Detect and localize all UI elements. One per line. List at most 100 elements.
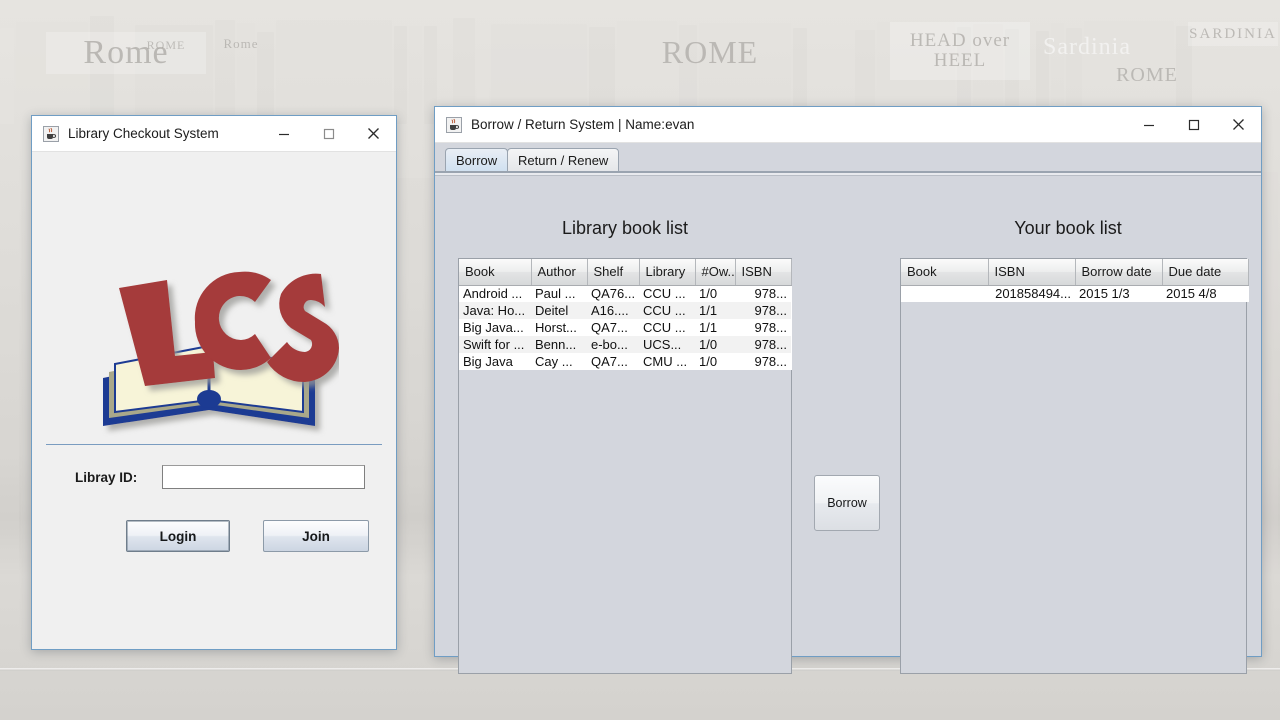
wallpaper-poster-rome-5: ROME xyxy=(1116,63,1178,86)
column-header-isbn[interactable]: ISBN xyxy=(988,259,1076,286)
library-book-list-scrollpane[interactable]: Book Author Shelf Library #Ow... ISBN An… xyxy=(458,258,792,674)
cell-book: Android ... xyxy=(459,285,531,302)
login-window-title: Library Checkout System xyxy=(68,126,219,141)
borrow-button[interactable]: Borrow xyxy=(814,475,880,531)
join-button[interactable]: Join xyxy=(263,520,369,552)
column-header-isbn[interactable]: ISBN xyxy=(735,259,792,286)
close-icon[interactable] xyxy=(351,116,396,151)
cell-owned: 1/1 xyxy=(695,302,735,319)
library-id-label: Libray ID: xyxy=(75,469,138,485)
wallpaper-poster-rome-3: ROME xyxy=(146,37,186,52)
your-table-body: 201858494... 2015 1/3 2015 4/8 xyxy=(901,285,1248,302)
table-row[interactable]: Swift for ... Benn... e-bo... UCS... 1/0… xyxy=(459,336,791,353)
table-row[interactable]: 201858494... 2015 1/3 2015 4/8 xyxy=(901,285,1248,302)
lcs-logo xyxy=(32,257,396,442)
cell-isbn: 978... xyxy=(735,336,791,353)
cell-book: Big Java... xyxy=(459,319,531,336)
cell-owned: 1/0 xyxy=(695,336,735,353)
main-window-controls xyxy=(1126,107,1261,142)
table-row[interactable]: Java: Ho... Deitel A16.... CCU ... 1/1 9… xyxy=(459,302,791,319)
wallpaper-poster-headoverheel: HEAD over HEEL xyxy=(890,22,1030,80)
column-header-author[interactable]: Author xyxy=(531,259,588,286)
minimize-icon[interactable] xyxy=(261,116,306,151)
cell-library: UCS... xyxy=(639,336,695,353)
cell-author: Cay ... xyxy=(531,353,587,370)
cell-borrow-date: 2015 1/3 xyxy=(1075,285,1162,302)
your-table-header-row: Book ISBN Borrow date Due date xyxy=(901,259,1249,286)
cell-owned: 1/0 xyxy=(695,285,735,302)
library-table-empty-area xyxy=(459,370,791,660)
cell-shelf: QA7... xyxy=(587,353,639,370)
login-window-body: Libray ID: Login Join xyxy=(32,152,396,649)
maximize-icon[interactable] xyxy=(1171,107,1216,142)
cell-isbn: 978... xyxy=(735,353,791,370)
tab-borrow[interactable]: Borrow xyxy=(445,148,509,172)
cell-due-date: 2015 4/8 xyxy=(1162,285,1248,302)
cell-isbn: 978... xyxy=(735,319,791,336)
table-row[interactable]: Android ... Paul ... QA76... CCU ... 1/0… xyxy=(459,285,791,302)
wallpaper-poster-rome-4: ROME xyxy=(661,33,759,70)
cell-author: Horst... xyxy=(531,319,587,336)
column-header-shelf[interactable]: Shelf xyxy=(587,259,640,286)
cell-owned: 1/1 xyxy=(695,319,735,336)
wallpaper-poster-rome-2: Rome xyxy=(223,36,259,51)
main-window-title: Borrow / Return System | Name:evan xyxy=(471,117,695,132)
cell-book: Big Java xyxy=(459,353,531,370)
cell-shelf: QA76... xyxy=(587,285,639,302)
library-table-body: Android ... Paul ... QA76... CCU ... 1/0… xyxy=(459,285,791,370)
table-row[interactable]: Big Java... Horst... QA7... CCU ... 1/1 … xyxy=(459,319,791,336)
cell-author: Paul ... xyxy=(531,285,587,302)
column-header-borrow-date[interactable]: Borrow date xyxy=(1075,259,1163,286)
your-book-list-scrollpane[interactable]: Book ISBN Borrow date Due date 201858494… xyxy=(900,258,1249,674)
table-row[interactable]: Big Java Cay ... QA7... CMU ... 1/0 978.… xyxy=(459,353,791,370)
cell-owned: 1/0 xyxy=(695,353,735,370)
close-icon[interactable] xyxy=(1216,107,1261,142)
cell-book xyxy=(901,285,988,302)
maximize-icon[interactable] xyxy=(306,116,351,151)
wallpaper-poster-sardinia-2: SARDINIA xyxy=(1188,22,1278,46)
borrow-tab-content: Library book list Your book list Book Au… xyxy=(435,175,1261,674)
cell-author: Benn... xyxy=(531,336,587,353)
main-window-titlebar[interactable]: Borrow / Return System | Name:evan xyxy=(435,107,1261,143)
cell-shelf: QA7... xyxy=(587,319,639,336)
cell-book: Swift for ... xyxy=(459,336,531,353)
cell-shelf: e-bo... xyxy=(587,336,639,353)
column-header-library[interactable]: Library xyxy=(639,259,696,286)
column-header-owned[interactable]: #Ow... xyxy=(695,259,736,286)
cell-library: CCU ... xyxy=(639,302,695,319)
login-window-titlebar[interactable]: Library Checkout System xyxy=(32,116,396,152)
cell-library: CCU ... xyxy=(639,319,695,336)
cell-isbn: 978... xyxy=(735,302,791,319)
cell-library: CMU ... xyxy=(639,353,695,370)
login-button[interactable]: Login xyxy=(126,520,230,552)
your-book-table[interactable]: Book ISBN Borrow date Due date 201858494… xyxy=(901,259,1249,302)
borrow-return-system-window: Borrow / Return System | Name:evan Borro… xyxy=(434,106,1262,674)
search-input-library-id[interactable] xyxy=(163,466,364,488)
cell-book: Java: Ho... xyxy=(459,302,531,319)
form-separator xyxy=(46,444,382,445)
your-table-empty-area xyxy=(901,302,1246,662)
cell-isbn: 201858494... xyxy=(988,285,1075,302)
column-header-due-date[interactable]: Due date xyxy=(1162,259,1249,286)
library-id-row: Libray ID: xyxy=(32,464,396,490)
your-book-list-title: Your book list xyxy=(1014,218,1122,238)
library-checkout-system-window: Library Checkout System Libray ID: Login… xyxy=(31,115,397,650)
cell-library: CCU ... xyxy=(639,285,695,302)
library-id-field[interactable] xyxy=(162,465,365,489)
main-window-body: Borrow Return / Renew Library book list … xyxy=(435,143,1261,674)
tab-strip: Borrow Return / Renew xyxy=(435,143,1261,175)
library-table-header-row: Book Author Shelf Library #Ow... ISBN xyxy=(459,259,792,286)
wallpaper-poster-sardinia-1: Sardinia xyxy=(1043,33,1131,60)
minimize-icon[interactable] xyxy=(1126,107,1171,142)
library-book-list-title: Library book list xyxy=(561,218,689,238)
cell-shelf: A16.... xyxy=(587,302,639,319)
column-header-book[interactable]: Book xyxy=(459,259,532,286)
java-coffee-cup-icon xyxy=(43,125,59,142)
tab-return-renew[interactable]: Return / Renew xyxy=(507,148,620,172)
cell-isbn: 978... xyxy=(735,285,791,302)
login-window-controls xyxy=(261,116,396,151)
java-coffee-cup-icon xyxy=(446,116,462,133)
column-header-book[interactable]: Book xyxy=(901,259,989,286)
cell-author: Deitel xyxy=(531,302,587,319)
library-book-table[interactable]: Book Author Shelf Library #Ow... ISBN An… xyxy=(459,259,792,370)
